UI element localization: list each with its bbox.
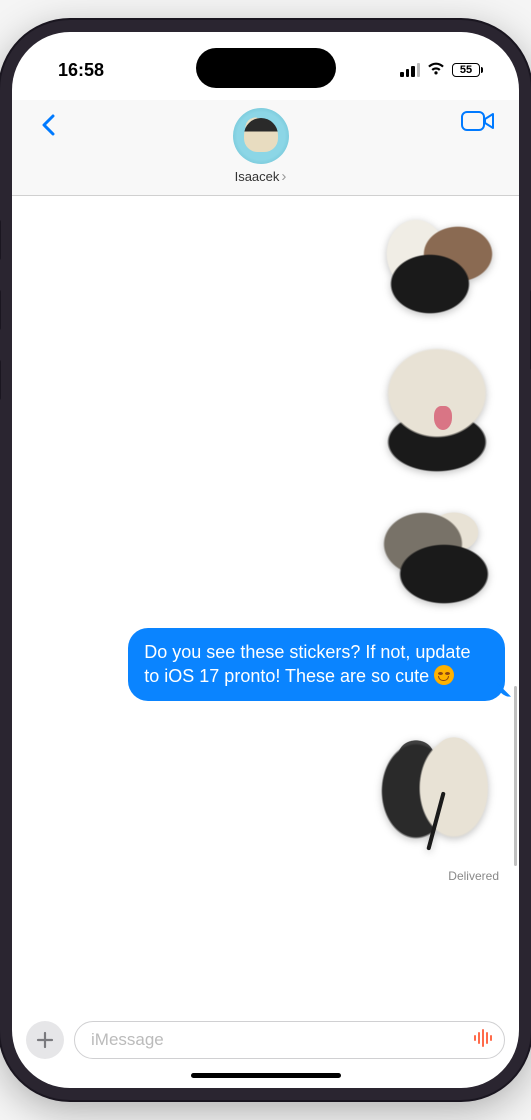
screen: 16:58 55 Isaacek (12, 32, 519, 1088)
battery-percentage: 55 (460, 64, 472, 76)
dynamic-island (196, 48, 336, 88)
message-input[interactable]: iMessage (74, 1021, 505, 1059)
back-button[interactable] (36, 108, 60, 148)
sent-message-bubble[interactable]: Do you see these stickers? If not, updat… (128, 628, 505, 701)
conversation-header: Isaacek (12, 100, 519, 196)
apps-plus-button[interactable] (26, 1021, 64, 1059)
message-text: Do you see these stickers? If not, updat… (144, 642, 470, 686)
facetime-button[interactable] (461, 108, 495, 139)
wifi-icon (426, 60, 446, 81)
input-bar: iMessage (12, 1013, 519, 1073)
audio-message-button[interactable] (472, 1027, 494, 1054)
home-indicator[interactable] (191, 1073, 341, 1078)
status-right-icons: 55 (400, 60, 483, 81)
sent-sticker[interactable] (367, 713, 507, 863)
iphone-device-frame: 16:58 55 Isaacek (0, 20, 531, 1100)
contact-name: Isaacek (235, 168, 287, 185)
sent-sticker[interactable] (367, 212, 507, 332)
input-placeholder: iMessage (91, 1030, 164, 1050)
scrollbar-thumb[interactable] (514, 686, 517, 866)
smiling-face-hearts-emoji (434, 665, 454, 685)
sent-sticker[interactable] (367, 344, 507, 484)
status-time: 16:58 (58, 60, 104, 81)
delivery-status: Delivered (448, 869, 507, 883)
contact-avatar (233, 108, 289, 164)
messages-scroll-area[interactable]: Do you see these stickers? If not, updat… (12, 196, 519, 1013)
sent-sticker[interactable] (367, 496, 507, 616)
contact-info-button[interactable]: Isaacek (233, 108, 289, 185)
cellular-signal-icon (400, 63, 420, 77)
battery-icon: 55 (452, 63, 483, 77)
